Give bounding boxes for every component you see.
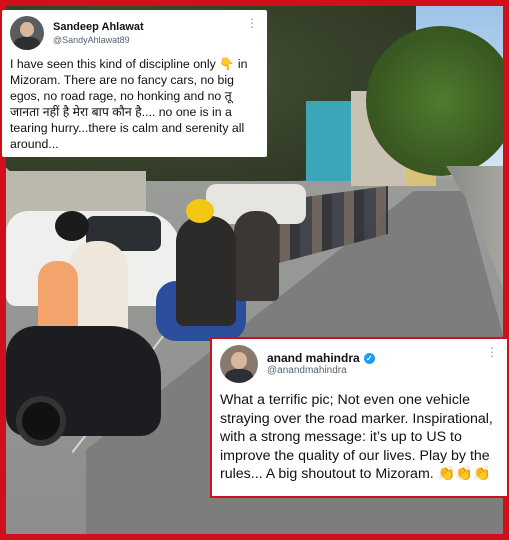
author-handle[interactable]: @SandyAhlawat89	[53, 34, 144, 46]
tree-right	[366, 26, 503, 176]
verified-badge-icon: ✓	[363, 352, 375, 364]
child-passenger	[38, 261, 78, 336]
black-helmet	[55, 211, 89, 241]
tweet-header: anand mahindra ✓ @anandmahindra ⋮	[220, 345, 499, 383]
rider-second	[234, 211, 279, 301]
author-block: Sandeep Ahlawat @SandyAhlawat89	[53, 20, 144, 46]
more-dots-icon[interactable]: ⋮	[486, 345, 499, 359]
author-name[interactable]: Sandeep Ahlawat	[53, 20, 144, 34]
tweet-text: I have seen this kind of discipline only…	[10, 57, 248, 151]
avatar-face	[20, 22, 34, 38]
avatar-body	[14, 37, 40, 50]
rider-yellow-helmet	[176, 216, 236, 326]
author-block: anand mahindra ✓ @anandmahindra	[267, 351, 375, 377]
author-name-row: anand mahindra ✓	[267, 351, 375, 365]
more-dots-icon[interactable]: ⋮	[246, 16, 259, 30]
avatar-body	[224, 368, 254, 383]
scooter-wheel	[16, 396, 66, 446]
tweet-header: Sandeep Ahlawat @SandyAhlawat89 ⋮	[10, 16, 259, 50]
tweet-card-bottom[interactable]: anand mahindra ✓ @anandmahindra ⋮ What a…	[210, 337, 509, 498]
building-blue	[306, 101, 351, 181]
tweet-card-top[interactable]: Sandeep Ahlawat @SandyAhlawat89 ⋮ I have…	[2, 10, 267, 157]
avatar-face	[231, 351, 247, 369]
author-handle[interactable]: @anandmahindra	[267, 365, 375, 377]
tweet-text: What a terrific pic; Not even one vehicl…	[220, 392, 493, 483]
avatar[interactable]	[10, 16, 44, 50]
avatar[interactable]	[220, 345, 258, 383]
author-name[interactable]: anand mahindra	[267, 351, 360, 365]
yellow-helmet	[186, 199, 214, 223]
